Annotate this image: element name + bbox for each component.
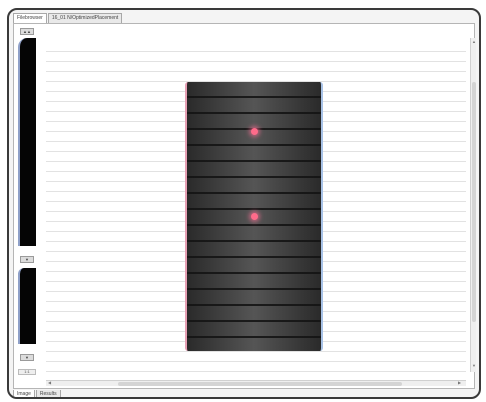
app-window: Filebrowser 16_01 N/OptimizedPlacement ▲… [7, 8, 481, 399]
zoom-level[interactable]: 1:1 [18, 369, 36, 375]
main-panel: ▲▲ ▼ ▼ 1:1 ▲ ▼ ◀ ▶ [13, 23, 476, 389]
scroll-left-arrow-icon[interactable]: ◀ [48, 381, 51, 385]
tab-filebrowser[interactable]: Filebrowser [13, 13, 47, 23]
tab-image[interactable]: Image [13, 390, 35, 397]
navigator-preview-bottom[interactable] [18, 268, 36, 344]
top-tab-bar: Filebrowser 16_01 N/OptimizedPlacement [13, 13, 123, 23]
bottom-tab-bar: Image Results [13, 390, 61, 397]
navigator-down-button[interactable]: ▼ [20, 354, 34, 361]
navigator-strip: ▲▲ ▼ ▼ 1:1 [16, 26, 42, 386]
placement-marker-1[interactable] [251, 128, 258, 135]
placement-marker-2[interactable] [251, 213, 258, 220]
scroll-down-arrow-icon[interactable]: ▼ [472, 364, 476, 368]
navigator-mid-button[interactable]: ▼ [20, 256, 34, 263]
tab-results[interactable]: Results [35, 390, 61, 397]
vertical-scroll-thumb[interactable] [472, 82, 476, 322]
navigator-preview-top[interactable] [18, 38, 36, 246]
board-image[interactable] [185, 82, 323, 351]
navigator-up-button[interactable]: ▲▲ [20, 28, 34, 35]
scroll-up-arrow-icon[interactable]: ▲ [472, 40, 476, 44]
horizontal-scroll-thumb[interactable] [118, 382, 402, 386]
scroll-right-arrow-icon[interactable]: ▶ [458, 381, 461, 385]
image-canvas[interactable] [46, 42, 466, 372]
vertical-scrollbar[interactable]: ▲ ▼ [470, 38, 476, 372]
tab-optimized-placement[interactable]: 16_01 N/OptimizedPlacement [47, 13, 123, 23]
horizontal-scrollbar[interactable]: ◀ ▶ [46, 380, 466, 386]
